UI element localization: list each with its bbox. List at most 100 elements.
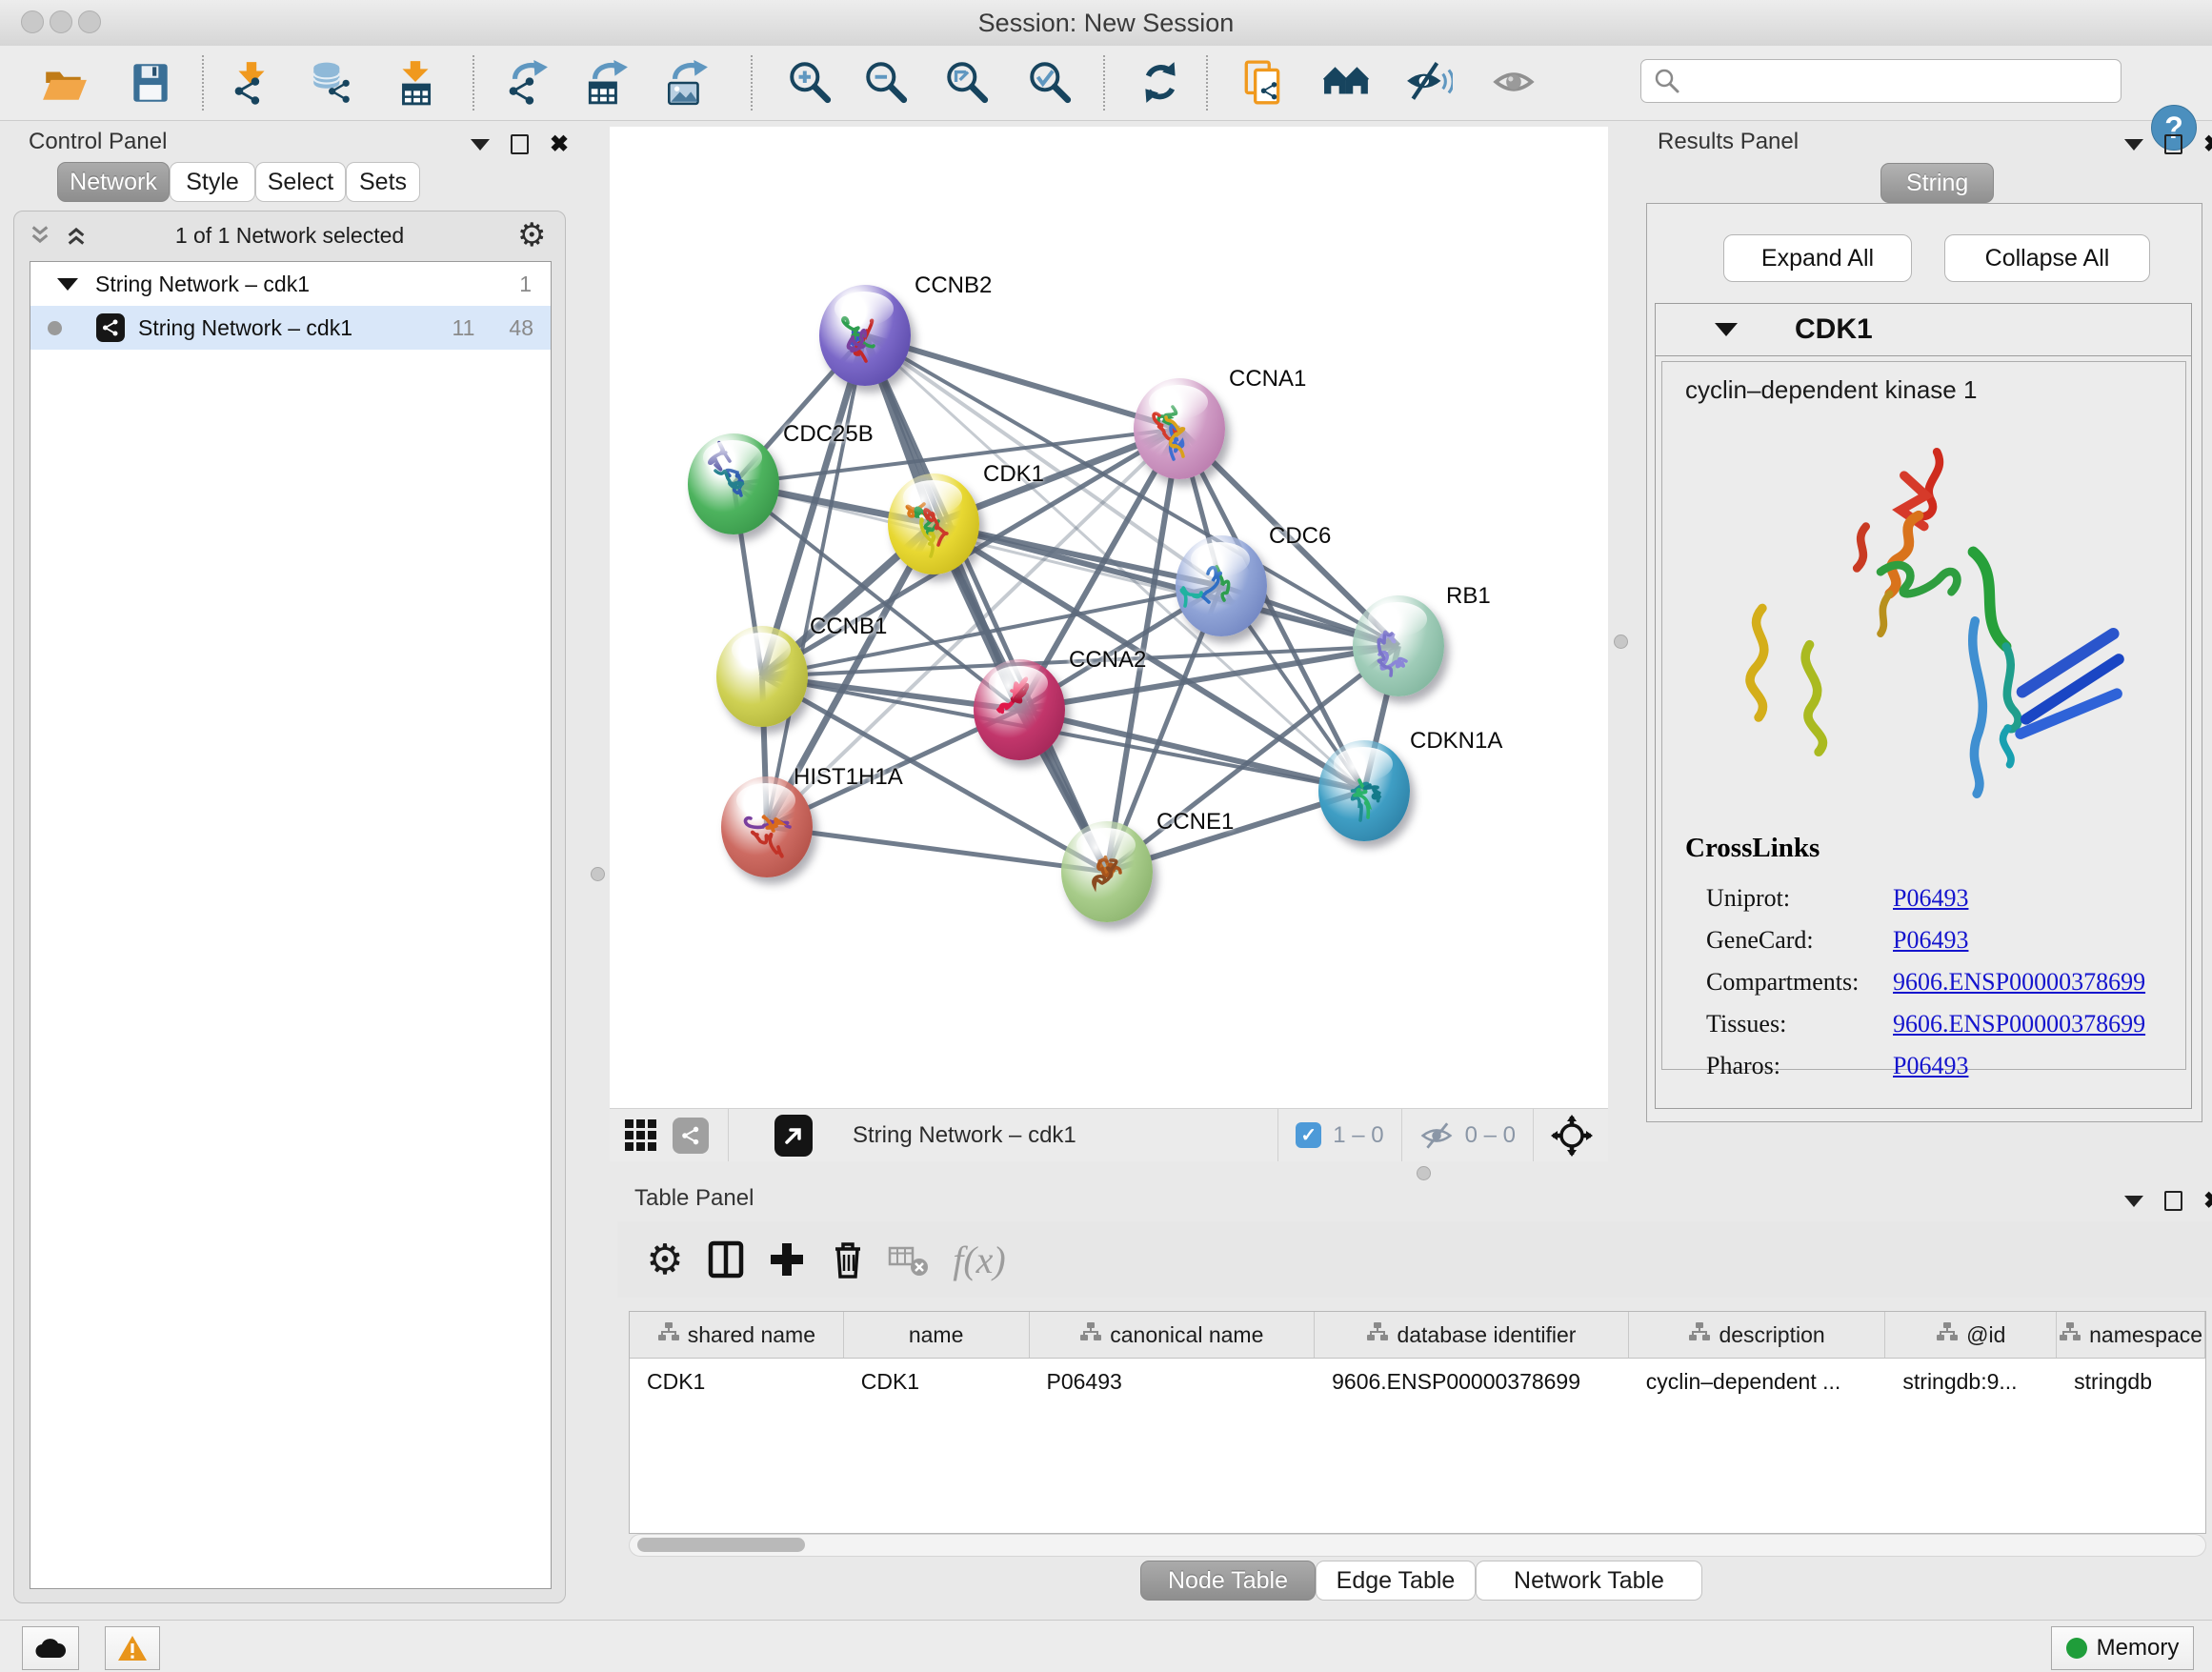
protein-node-ccnb2[interactable]	[819, 285, 911, 386]
protein-node-ccne1[interactable]	[1061, 821, 1153, 922]
table-panel-close-icon[interactable]: ✖	[2203, 1193, 2212, 1209]
import-database-icon[interactable]	[305, 56, 358, 110]
table-settings-gear-icon[interactable]: ⚙	[634, 1233, 695, 1286]
control-panel-maximize-icon[interactable]	[511, 134, 529, 154]
open-in-window-icon[interactable]	[774, 1115, 813, 1157]
birds-eye-icon[interactable]	[623, 1118, 659, 1154]
cloud-status-button[interactable]	[22, 1626, 79, 1670]
protein-node-cdk1[interactable]	[888, 473, 979, 574]
column-header-description[interactable]: description	[1629, 1312, 1886, 1358]
table-cell[interactable]: CDK1	[630, 1359, 844, 1404]
control-panel-float-icon[interactable]	[471, 139, 490, 151]
bottom-splitter-handle[interactable]	[1417, 1166, 1431, 1180]
protein-node-ccnb1[interactable]	[716, 626, 808, 727]
table-cell[interactable]: 9606.ENSP00000378699	[1315, 1359, 1629, 1404]
table-horizontal-scrollbar[interactable]	[629, 1534, 2206, 1557]
zoom-selected-icon[interactable]	[1023, 56, 1076, 110]
delete-column-trash-icon[interactable]	[817, 1233, 878, 1286]
crosslink-link[interactable]: 9606.ENSP00000378699	[1893, 968, 2145, 997]
tab-sets[interactable]: Sets	[346, 162, 420, 202]
network-edge[interactable]	[1019, 710, 1364, 791]
table-cell[interactable]: CDK1	[844, 1359, 1030, 1404]
protein-node-cdc25b[interactable]	[688, 433, 779, 534]
warning-status-button[interactable]	[105, 1626, 160, 1670]
scrollbar-thumb[interactable]	[637, 1538, 805, 1552]
column-header--id[interactable]: @id	[1885, 1312, 2057, 1358]
table-cell[interactable]: stringdb:9...	[1885, 1359, 2057, 1404]
table-panel-float-icon[interactable]	[2124, 1196, 2143, 1207]
crosslink-link[interactable]: P06493	[1893, 926, 1968, 955]
column-header-database-identifier[interactable]: database identifier	[1315, 1312, 1629, 1358]
protein-section-header[interactable]: CDK1	[1656, 304, 2191, 356]
memory-button[interactable]: Memory	[2051, 1626, 2194, 1670]
table-cell[interactable]: stringdb	[2057, 1359, 2205, 1404]
network-canvas[interactable]: CCNB2CCNA1CDC25BCDK1CDC6RB1CCNB1CCNA2CDK…	[610, 127, 1608, 1108]
show-panel-icon[interactable]	[1488, 56, 1541, 110]
left-splitter-handle[interactable]	[591, 867, 605, 881]
tab-node-table[interactable]: Node Table	[1140, 1561, 1316, 1601]
selected-checkbox-icon[interactable]: ✓	[1296, 1122, 1321, 1148]
network-edge[interactable]	[767, 335, 865, 827]
column-header-canonical-name[interactable]: canonical name	[1030, 1312, 1316, 1358]
protein-node-rb1[interactable]	[1353, 595, 1444, 696]
network-edge[interactable]	[865, 335, 1179, 429]
import-network-icon[interactable]	[225, 56, 278, 110]
search-input[interactable]	[1689, 67, 2121, 95]
tab-network[interactable]: Network	[57, 162, 170, 202]
collapse-all-button[interactable]: Collapse All	[1944, 234, 2150, 282]
search-box[interactable]	[1640, 59, 2122, 103]
network-share-icon[interactable]	[673, 1118, 709, 1154]
tab-edge-table[interactable]: Edge Table	[1316, 1561, 1476, 1601]
export-network-icon[interactable]	[499, 56, 553, 110]
protein-node-cdkn1a[interactable]	[1318, 740, 1410, 841]
network-edge[interactable]	[865, 335, 1107, 872]
export-table-icon[interactable]	[579, 56, 633, 110]
section-expander-icon[interactable]	[1715, 323, 1738, 336]
results-panel-float-icon[interactable]	[2124, 139, 2143, 151]
right-splitter-handle[interactable]	[1614, 635, 1628, 649]
table-cell[interactable]: cyclin–dependent ...	[1629, 1359, 1886, 1404]
copy-style-icon[interactable]	[1237, 56, 1290, 110]
show-columns-icon[interactable]	[695, 1233, 756, 1286]
open-folder-icon[interactable]	[38, 56, 91, 110]
protein-node-ccna1[interactable]	[1134, 378, 1225, 479]
tab-select[interactable]: Select	[255, 162, 346, 202]
column-header-name[interactable]: name	[844, 1312, 1030, 1358]
tree-expander-icon[interactable]	[57, 278, 78, 291]
add-column-icon[interactable]	[756, 1233, 817, 1286]
results-panel-maximize-icon[interactable]	[2164, 134, 2182, 154]
network-collection-row[interactable]: String Network – cdk1 1	[30, 262, 551, 306]
expand-all-button[interactable]: Expand All	[1723, 234, 1912, 282]
tab-style[interactable]: Style	[170, 162, 255, 202]
results-panel-close-icon[interactable]: ✖	[2203, 136, 2212, 152]
home-icon[interactable]	[1320, 56, 1374, 110]
zoom-out-icon[interactable]	[859, 56, 913, 110]
network-panel-gear-icon[interactable]: ⚙	[517, 219, 546, 252]
zoom-in-icon[interactable]	[783, 56, 836, 110]
table-cell[interactable]: P06493	[1030, 1359, 1316, 1404]
crosslink-link[interactable]: P06493	[1893, 1052, 1968, 1080]
delete-table-icon[interactable]	[878, 1233, 939, 1286]
refresh-icon[interactable]	[1134, 56, 1187, 110]
hidden-eye-icon[interactable]	[1418, 1120, 1456, 1151]
protein-node-hist1h1a[interactable]	[721, 776, 813, 877]
protein-node-ccna2[interactable]	[974, 659, 1065, 760]
crosslink-link[interactable]: P06493	[1893, 884, 1968, 913]
table-row[interactable]: CDK1CDK1P064939606.ENSP00000378699cyclin…	[630, 1359, 2205, 1404]
save-icon[interactable]	[124, 56, 177, 110]
protein-node-cdc6[interactable]	[1176, 535, 1267, 636]
import-table-icon[interactable]	[389, 56, 442, 110]
control-panel-close-icon[interactable]: ✖	[550, 136, 569, 152]
column-header-namespace[interactable]: namespace	[2057, 1312, 2205, 1358]
crosslink-link[interactable]: 9606.ENSP00000378699	[1893, 1010, 2145, 1038]
fit-selected-icon[interactable]	[1551, 1115, 1593, 1157]
column-header-shared-name[interactable]: shared name	[630, 1312, 844, 1358]
zoom-fit-icon[interactable]	[940, 56, 994, 110]
table-panel-maximize-icon[interactable]	[2164, 1191, 2182, 1211]
network-edge[interactable]	[767, 827, 1107, 872]
export-image-icon[interactable]	[659, 56, 713, 110]
hide-unhide-icon[interactable]	[1402, 56, 1456, 110]
tab-string[interactable]: String	[1880, 163, 1994, 203]
network-row[interactable]: String Network – cdk1 11 48	[30, 306, 551, 350]
tab-network-table[interactable]: Network Table	[1476, 1561, 1702, 1601]
